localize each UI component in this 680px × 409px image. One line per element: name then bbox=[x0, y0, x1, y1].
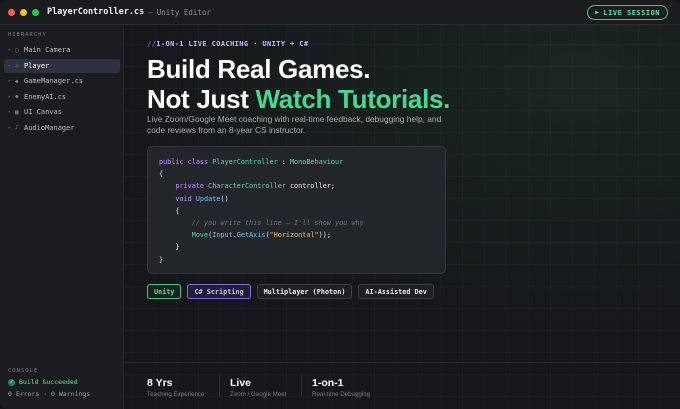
code-token: void bbox=[175, 194, 196, 203]
headline-line-1: Build Real Games. bbox=[147, 54, 371, 84]
eyebrow: //1-ON-1 LIVE COACHING · UNITY + C# bbox=[147, 40, 309, 48]
maximize-window-button[interactable] bbox=[32, 8, 39, 16]
code-token: Input bbox=[212, 231, 233, 240]
console-counts: 0 Errors · 0 Warnings bbox=[8, 390, 91, 398]
close-window-button[interactable] bbox=[8, 8, 15, 16]
live-session-button[interactable]: ▶ LIVE SESSION bbox=[587, 5, 668, 20]
hierarchy-item-ui-canvas[interactable]: ▸ ▦ UI Canvas bbox=[4, 105, 120, 119]
stat-divider bbox=[219, 375, 220, 397]
code-token: public class bbox=[159, 158, 213, 166]
hierarchy-item-audiomanager[interactable]: ▸ ♪ AudioManager bbox=[4, 121, 120, 135]
title-app-name: Unity Editor bbox=[156, 7, 211, 17]
hierarchy-item-player[interactable]: ▸ ♙ Player bbox=[4, 58, 120, 73]
expand-arrow-icon[interactable]: ▸ bbox=[8, 125, 15, 131]
code-token: controller; bbox=[285, 182, 335, 191]
camera-icon: ▢ bbox=[15, 46, 19, 54]
headline: Build Real Games. Not Just Watch Tutoria… bbox=[147, 54, 647, 114]
stat-label: Zoom / Google Meet bbox=[230, 391, 287, 398]
eyebrow-prefix: // bbox=[147, 40, 157, 48]
code-token: CharacterController bbox=[208, 182, 286, 191]
hierarchy-item-label: GameManager.cs bbox=[24, 77, 84, 86]
console-label: CONSOLE bbox=[8, 368, 39, 374]
stat-one-on-one: 1-on-1 Real-time Debugging bbox=[312, 377, 370, 398]
expand-arrow-icon[interactable]: ▸ bbox=[8, 47, 15, 53]
code-token: Move bbox=[191, 231, 209, 240]
headline-accent: Watch Tutorials. bbox=[255, 84, 451, 114]
title-separator: — bbox=[148, 7, 153, 17]
tag-unity[interactable]: Unity bbox=[147, 284, 182, 299]
code-line: void Update() bbox=[159, 193, 434, 205]
hierarchy-item-label: Player bbox=[24, 61, 50, 70]
code-token: private bbox=[175, 182, 209, 191]
player-icon: ♙ bbox=[15, 62, 19, 70]
code-line: public class PlayerController : MonoBeha… bbox=[159, 156, 434, 168]
stats-bar: 8 Yrs Teaching Experience Live Zoom / Go… bbox=[125, 362, 680, 409]
tag-csharp-scripting[interactable]: C# Scripting bbox=[187, 284, 251, 299]
code-token: "Horizontal" bbox=[269, 231, 319, 240]
expand-arrow-icon[interactable]: ▸ bbox=[8, 63, 15, 69]
hierarchy-item-label: AudioManager bbox=[24, 123, 75, 132]
script-icon: ◆ bbox=[15, 93, 19, 101]
hierarchy-label: HIERARCHY bbox=[8, 32, 47, 38]
hierarchy-panel: HIERARCHY ▸ ▢ Main Camera ▸ ♙ Player ▸ ◆… bbox=[0, 25, 124, 409]
code-token: MonoBehaviour bbox=[289, 158, 344, 166]
stat-value: Live bbox=[230, 377, 252, 389]
hierarchy-item-main-camera[interactable]: ▸ ▢ Main Camera bbox=[4, 43, 120, 57]
lead-paragraph: Live Zoom/Google Meet coaching with real… bbox=[147, 114, 442, 135]
code-token: { bbox=[175, 206, 180, 215]
code-block: public class PlayerController : MonoBeha… bbox=[147, 146, 446, 274]
code-line: Move(Input.GetAxis("Horizontal")); bbox=[159, 229, 434, 241]
code-token: : bbox=[277, 158, 290, 166]
stat-experience: 8 Yrs Teaching Experience bbox=[147, 377, 204, 398]
play-icon: ▶ bbox=[595, 9, 600, 16]
stat-label: Teaching Experience bbox=[147, 391, 205, 398]
audio-icon: ♪ bbox=[15, 124, 19, 132]
code-token: () bbox=[220, 194, 229, 203]
expand-arrow-icon[interactable]: ▸ bbox=[8, 78, 15, 84]
title-bar: PlayerController.cs — Unity Editor ▶ LIV… bbox=[0, 0, 680, 25]
stat-value: 8 Yrs bbox=[147, 377, 173, 389]
hierarchy-item-enemyai[interactable]: ▸ ◆ EnemyAI.cs bbox=[4, 90, 120, 104]
code-token: GetAxis bbox=[236, 231, 266, 240]
build-status-text: Build Succeeded bbox=[19, 378, 78, 386]
script-icon: ◆ bbox=[15, 77, 19, 85]
code-token: } bbox=[175, 243, 180, 252]
canvas-icon: ▦ bbox=[15, 108, 19, 116]
console-status: ✓ Build Succeeded bbox=[8, 378, 78, 386]
skill-tags: Unity C# Scripting Multiplayer (Photon) … bbox=[147, 284, 434, 299]
stat-label: Real-time Debugging bbox=[312, 391, 371, 398]
hierarchy-item-label: UI Canvas bbox=[24, 108, 62, 117]
hierarchy-item-label: Main Camera bbox=[24, 46, 71, 54]
code-comment: // you write this line — I'll show you w… bbox=[191, 219, 364, 228]
code-line: { bbox=[159, 170, 164, 179]
code-token: Update bbox=[195, 194, 221, 203]
hierarchy-item-label: EnemyAI.cs bbox=[24, 92, 67, 101]
expand-arrow-icon[interactable]: ▸ bbox=[8, 109, 15, 115]
stat-value: 1-on-1 bbox=[312, 377, 344, 389]
expand-arrow-icon[interactable]: ▸ bbox=[8, 94, 15, 100]
tag-multiplayer-photon[interactable]: Multiplayer (Photon) bbox=[256, 284, 353, 299]
title-file-name: PlayerController.cs bbox=[47, 7, 145, 17]
code-line: } bbox=[159, 241, 434, 253]
headline-prefix: Not Just bbox=[147, 84, 256, 114]
code-token: PlayerController bbox=[212, 158, 278, 166]
tag-ai-assisted-dev[interactable]: AI-Assisted Dev bbox=[358, 284, 434, 299]
code-line: private CharacterController controller; bbox=[159, 180, 434, 192]
code-token: )); bbox=[318, 231, 331, 240]
code-line: } bbox=[159, 255, 164, 264]
code-line: // you write this line — I'll show you w… bbox=[159, 217, 434, 229]
editor-window: PlayerController.cs — Unity Editor ▶ LIV… bbox=[0, 0, 680, 409]
minimize-window-button[interactable] bbox=[20, 8, 27, 16]
live-session-label: LIVE SESSION bbox=[603, 8, 660, 17]
headline-line-2: Not Just Watch Tutorials. bbox=[147, 84, 647, 114]
hierarchy-item-gamemanager[interactable]: ▸ ◆ GameManager.cs bbox=[4, 74, 120, 88]
code-line: { bbox=[159, 205, 434, 217]
stat-divider bbox=[301, 375, 302, 397]
eyebrow-text: 1-ON-1 LIVE COACHING · UNITY + C# bbox=[156, 40, 309, 48]
window-controls bbox=[8, 8, 39, 16]
stat-live: Live Zoom / Google Meet bbox=[230, 377, 286, 398]
checkmark-icon: ✓ bbox=[8, 378, 15, 386]
hierarchy-tree: ▸ ▢ Main Camera ▸ ♙ Player ▸ ◆ GameManag… bbox=[4, 43, 120, 137]
